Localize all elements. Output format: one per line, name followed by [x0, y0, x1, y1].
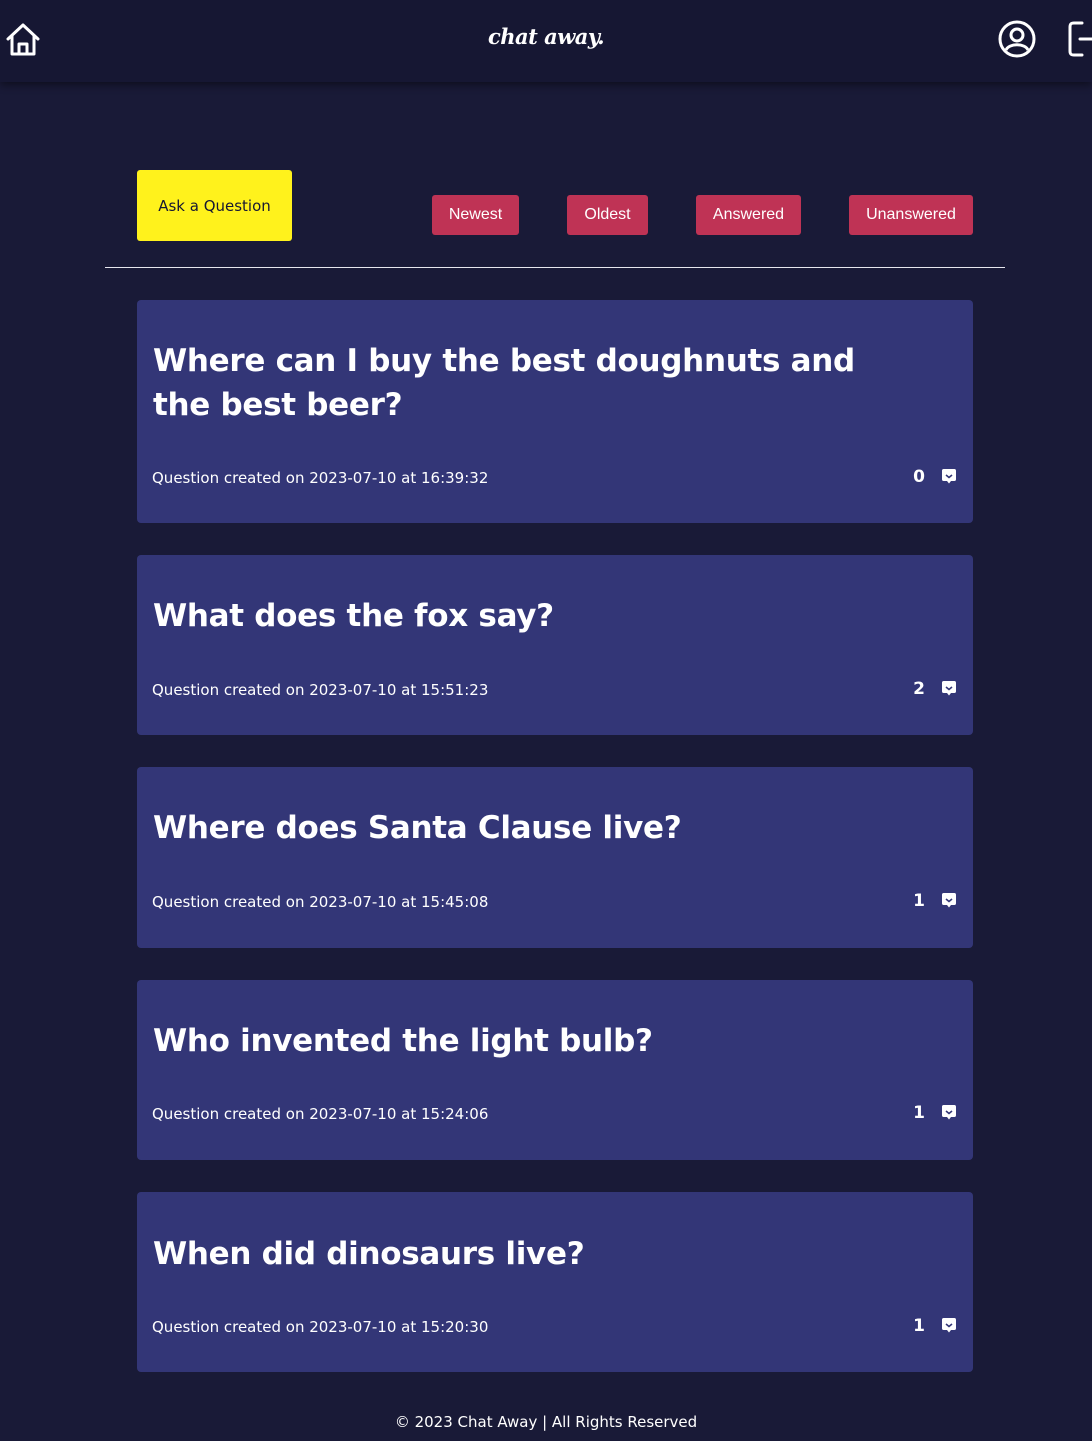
question-created-date: Question created on 2023-07-10 at 15:20:…: [152, 1318, 489, 1336]
comment-icon: [941, 1317, 957, 1333]
question-card[interactable]: When did dinosaurs live? Question create…: [137, 1192, 973, 1372]
app-logo[interactable]: chat away.: [0, 24, 1092, 49]
ask-question-button[interactable]: Ask a Question: [137, 170, 292, 241]
filter-newest-button[interactable]: Newest: [432, 195, 519, 235]
comment-icon: [941, 1104, 957, 1120]
question-created-date: Question created on 2023-07-10 at 16:39:…: [152, 469, 489, 487]
comment-icon: [941, 680, 957, 696]
comment-icon: [941, 468, 957, 484]
question-created-date: Question created on 2023-07-10 at 15:45:…: [152, 893, 489, 911]
question-card[interactable]: Where can I buy the best doughnuts and t…: [137, 300, 973, 523]
divider: [105, 267, 1005, 268]
answer-count: 1: [913, 891, 925, 911]
question-card[interactable]: Who invented the light bulb? Question cr…: [137, 980, 973, 1160]
question-title[interactable]: Where can I buy the best doughnuts and t…: [153, 339, 913, 427]
filter-unanswered-button[interactable]: Unanswered: [849, 195, 973, 235]
footer-copyright: © 2023 Chat Away | All Rights Reserved: [394, 1413, 698, 1431]
question-title[interactable]: What does the fox say?: [153, 594, 913, 638]
filter-answered-button[interactable]: Answered: [696, 195, 801, 235]
question-card[interactable]: What does the fox say? Question created …: [137, 555, 973, 735]
top-navbar: chat away.: [0, 0, 1092, 82]
question-card[interactable]: Where does Santa Clause live? Question c…: [137, 767, 973, 948]
filter-oldest-button[interactable]: Oldest: [567, 195, 648, 235]
user-circle-icon[interactable]: [997, 19, 1037, 59]
answer-count: 2: [913, 679, 925, 699]
answer-count: 0: [913, 467, 925, 487]
question-title[interactable]: Who invented the light bulb?: [153, 1019, 913, 1063]
question-created-date: Question created on 2023-07-10 at 15:51:…: [152, 681, 489, 699]
comment-icon: [941, 892, 957, 908]
answer-count: 1: [913, 1103, 925, 1123]
question-title[interactable]: When did dinosaurs live?: [153, 1232, 913, 1276]
logout-icon[interactable]: [1066, 20, 1092, 58]
question-created-date: Question created on 2023-07-10 at 15:24:…: [152, 1105, 489, 1123]
answer-count: 1: [913, 1316, 925, 1336]
question-title[interactable]: Where does Santa Clause live?: [153, 806, 913, 850]
